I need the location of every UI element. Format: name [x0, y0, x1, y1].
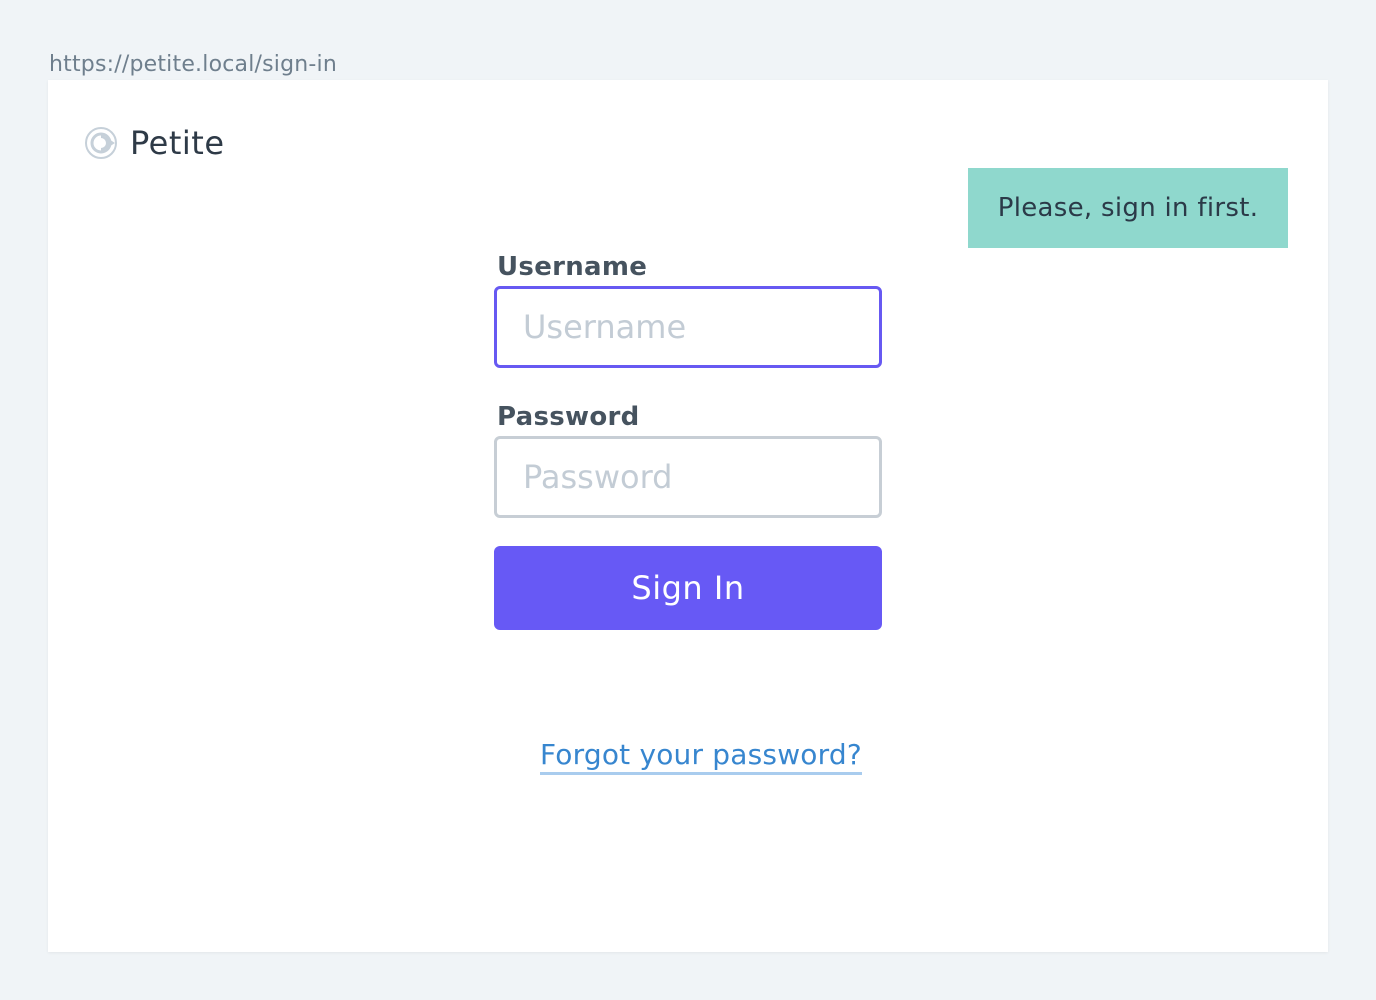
sign-in-form: Username Password Sign In — [494, 252, 882, 630]
password-group: Password — [494, 402, 882, 518]
brand[interactable]: Petite — [84, 124, 225, 162]
username-input[interactable] — [494, 286, 882, 368]
username-label: Username — [497, 252, 648, 282]
petite-logo-icon — [84, 126, 118, 160]
sign-in-button[interactable]: Sign In — [494, 546, 882, 630]
password-label: Password — [497, 402, 640, 432]
flash-notice: Please, sign in first. — [968, 168, 1288, 248]
sign-in-card: Petite Please, sign in first. Username P… — [48, 80, 1328, 952]
address-bar-url: https://petite.local/sign-in — [49, 52, 338, 77]
forgot-password-link[interactable]: Forgot your password? — [540, 738, 862, 775]
username-group: Username — [494, 252, 882, 368]
password-input[interactable] — [494, 436, 882, 518]
flash-notice-text: Please, sign in first. — [997, 193, 1259, 223]
brand-name: Petite — [130, 124, 225, 162]
